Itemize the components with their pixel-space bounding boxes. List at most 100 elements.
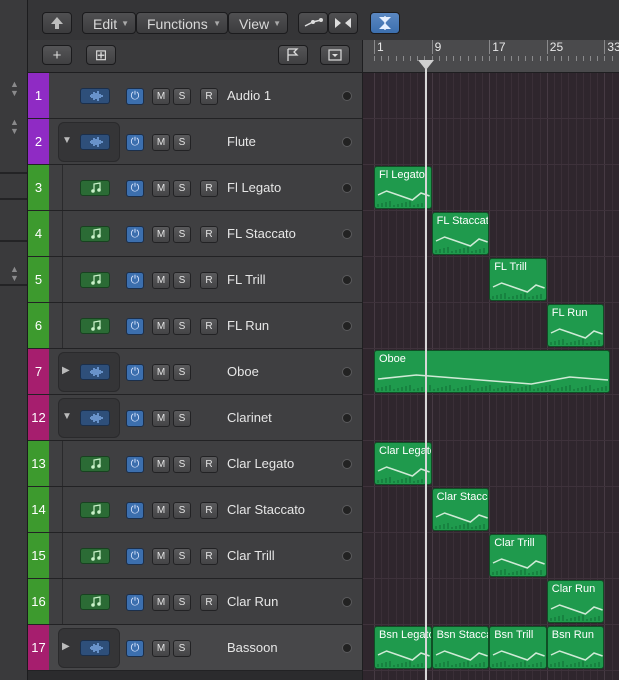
record-enable-button[interactable]: R: [200, 180, 218, 197]
track-name[interactable]: Oboe: [227, 349, 259, 394]
mute-button[interactable]: M: [152, 410, 170, 427]
track-name[interactable]: Clar Legato: [227, 441, 294, 486]
solo-button[interactable]: S: [173, 272, 191, 289]
midi-region[interactable]: Fl Legato: [374, 166, 432, 209]
track-row[interactable]: 16 ⏻ M S R Clar Run: [28, 579, 362, 625]
mute-button[interactable]: M: [152, 640, 170, 657]
playhead-handle[interactable]: [418, 60, 434, 70]
track-name[interactable]: Clar Run: [227, 579, 278, 624]
track-name[interactable]: FL Run: [227, 303, 269, 348]
midi-region[interactable]: FL Trill: [489, 258, 547, 301]
solo-button[interactable]: S: [173, 548, 191, 565]
track-power-button[interactable]: ⏻: [126, 318, 144, 335]
solo-button[interactable]: S: [173, 180, 191, 197]
solo-button[interactable]: S: [173, 456, 191, 473]
record-enable-button[interactable]: R: [200, 318, 218, 335]
midi-region[interactable]: Bsn Staccato: [431, 626, 490, 669]
stepper-arrows-icon[interactable]: ▲ ▼: [10, 265, 19, 283]
track-row[interactable]: 13 ⏻ M S R Clar Legato: [28, 441, 362, 487]
bar-ruler[interactable]: 1 9 17 25 33: [362, 40, 619, 73]
track-power-button[interactable]: ⏻: [126, 180, 144, 197]
track-power-button[interactable]: ⏻: [126, 272, 144, 289]
track-name[interactable]: FL Trill: [227, 257, 266, 302]
midi-region[interactable]: Clar Trill: [489, 534, 547, 577]
back-button[interactable]: [42, 12, 72, 34]
track-row[interactable]: 12 ▼ ⏻ M S Clarinet: [28, 395, 362, 441]
mute-button[interactable]: M: [152, 272, 170, 289]
track-row[interactable]: 7 ▶ ⏻ M S Oboe: [28, 349, 362, 395]
solo-button[interactable]: S: [173, 364, 191, 381]
mute-button[interactable]: M: [152, 318, 170, 335]
track-row[interactable]: 14 ⏻ M S R Clar Staccato: [28, 487, 362, 533]
track-power-button[interactable]: ⏻: [126, 88, 144, 105]
midi-region[interactable]: Clar Staccato: [431, 488, 490, 531]
mute-button[interactable]: M: [152, 180, 170, 197]
track-row[interactable]: 1 ⏻ M S R Audio 1: [28, 73, 362, 119]
mute-button[interactable]: M: [152, 226, 170, 243]
track-name[interactable]: Fl Legato: [227, 165, 281, 210]
mute-button[interactable]: M: [152, 456, 170, 473]
duplicate-track-button[interactable]: ⊞: [86, 45, 116, 65]
add-track-button[interactable]: +: [42, 45, 72, 65]
flex-button[interactable]: [328, 12, 358, 34]
track-row[interactable]: 17 ▶ ⏻ M S Bassoon: [28, 625, 362, 671]
track-row[interactable]: 3 ⏻ M S R Fl Legato: [28, 165, 362, 211]
view-menu[interactable]: View ▼: [228, 12, 288, 34]
record-enable-button[interactable]: R: [200, 226, 218, 243]
mute-button[interactable]: M: [152, 502, 170, 519]
record-enable-button[interactable]: R: [200, 88, 218, 105]
track-row[interactable]: 15 ⏻ M S R Clar Trill: [28, 533, 362, 579]
record-enable-button[interactable]: R: [200, 272, 218, 289]
disclosure-right-icon[interactable]: ▶: [62, 365, 70, 376]
track-name[interactable]: Clarinet: [227, 395, 272, 440]
solo-button[interactable]: S: [173, 134, 191, 151]
midi-region[interactable]: Oboe: [374, 350, 610, 393]
track-name[interactable]: Clar Staccato: [227, 487, 305, 532]
track-power-button[interactable]: ⏻: [126, 226, 144, 243]
flag-menu-button[interactable]: [278, 45, 308, 65]
midi-region[interactable]: FL Run: [546, 304, 605, 347]
track-power-button[interactable]: ⏻: [126, 594, 144, 611]
solo-button[interactable]: S: [173, 410, 191, 427]
midi-region[interactable]: Bsn Legato: [374, 626, 432, 669]
track-row[interactable]: 5 ⏻ M S R FL Trill: [28, 257, 362, 303]
track-row[interactable]: 6 ⏻ M S R FL Run: [28, 303, 362, 349]
record-enable-button[interactable]: R: [200, 456, 218, 473]
midi-region[interactable]: Bsn Trill: [489, 626, 547, 669]
mute-button[interactable]: M: [152, 594, 170, 611]
track-name[interactable]: Bassoon: [227, 625, 278, 670]
mute-button[interactable]: M: [152, 134, 170, 151]
edit-menu[interactable]: Edit ▼: [82, 12, 136, 34]
disclosure-right-icon[interactable]: ▶: [62, 641, 70, 652]
track-power-button[interactable]: ⏻: [126, 134, 144, 151]
solo-button[interactable]: S: [173, 594, 191, 611]
functions-menu[interactable]: Functions ▼: [136, 12, 228, 34]
track-row[interactable]: 4 ⏻ M S R FL Staccato: [28, 211, 362, 257]
record-enable-button[interactable]: R: [200, 594, 218, 611]
track-power-button[interactable]: ⏻: [126, 548, 144, 565]
arrange-area[interactable]: Fl Legato FL Staccato FL Trill FL Run Oboe Cl…: [362, 73, 619, 680]
track-power-button[interactable]: ⏻: [126, 502, 144, 519]
mute-button[interactable]: M: [152, 88, 170, 105]
stepper-arrows-icon[interactable]: ▲ ▼: [10, 118, 19, 136]
solo-button[interactable]: S: [173, 318, 191, 335]
track-name[interactable]: FL Staccato: [227, 211, 296, 256]
midi-region[interactable]: FL Staccato: [431, 212, 490, 255]
mute-button[interactable]: M: [152, 548, 170, 565]
catch-playhead-button[interactable]: [370, 12, 400, 34]
mute-button[interactable]: M: [152, 364, 170, 381]
midi-region[interactable]: Clar Run: [546, 580, 605, 623]
disclosure-down-icon[interactable]: ▼: [62, 135, 72, 146]
track-name[interactable]: Audio 1: [227, 73, 271, 118]
track-row[interactable]: 2 ▼ ⏻ M S Flute: [28, 119, 362, 165]
track-header-menu-button[interactable]: [320, 45, 350, 65]
record-enable-button[interactable]: R: [200, 548, 218, 565]
track-name[interactable]: Clar Trill: [227, 533, 275, 578]
playhead-line[interactable]: [425, 62, 427, 680]
solo-button[interactable]: S: [173, 226, 191, 243]
track-power-button[interactable]: ⏻: [126, 364, 144, 381]
stepper-arrows-icon[interactable]: ▲ ▼: [10, 80, 19, 98]
disclosure-down-icon[interactable]: ▼: [62, 411, 72, 422]
track-power-button[interactable]: ⏻: [126, 410, 144, 427]
track-power-button[interactable]: ⏻: [126, 456, 144, 473]
